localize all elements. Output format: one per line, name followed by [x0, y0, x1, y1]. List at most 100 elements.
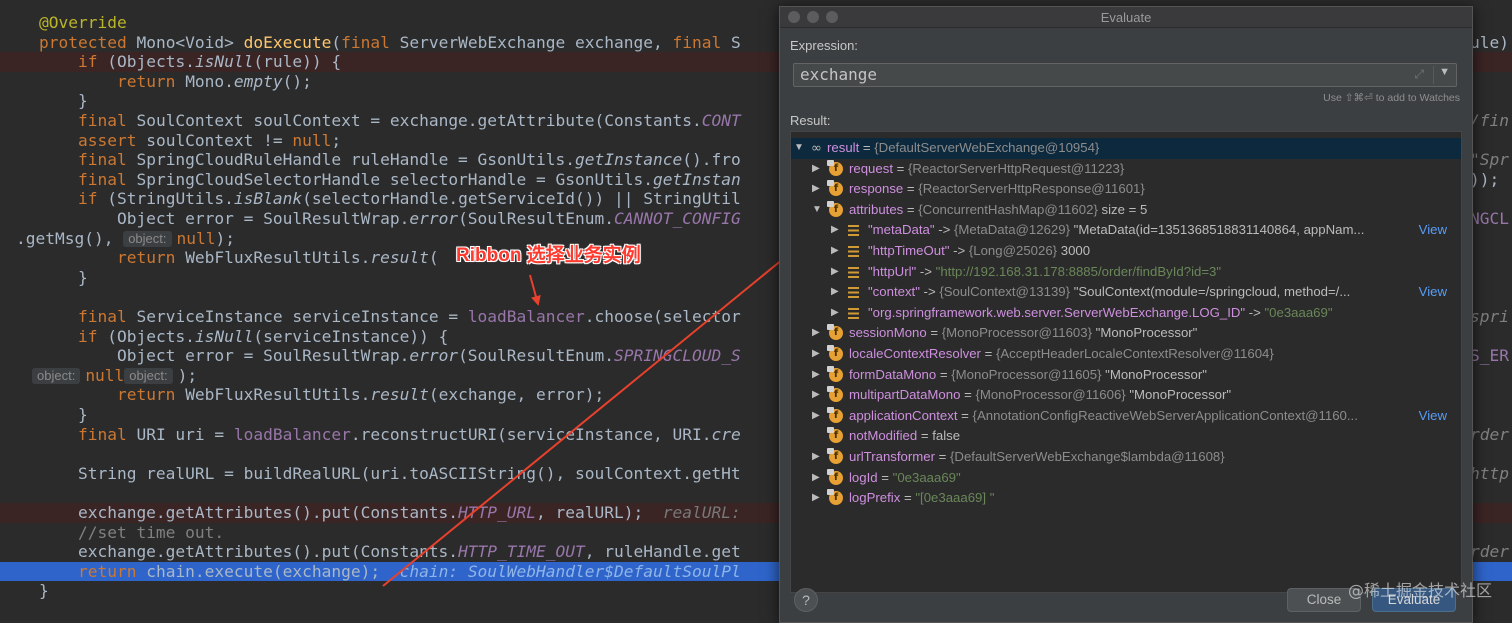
node-sval: "[0e3aaa69] "	[915, 490, 995, 506]
node-extra: "SoulContext(module=/springcloud, method…	[1070, 284, 1351, 300]
node-name: sessionMono	[849, 325, 927, 341]
expand-arrow-icon[interactable]: ▶	[831, 303, 839, 324]
node-name: response	[849, 181, 904, 197]
node-op: ->	[919, 284, 940, 300]
tree-node[interactable]: ▶ "context" -> {SoulContext@13139} "SoulC…	[791, 282, 1461, 303]
tree-node[interactable]: ▶ f logId = "0e3aaa69"	[791, 468, 1461, 489]
view-link[interactable]: View	[1419, 282, 1447, 303]
node-name: "httpTimeOut"	[868, 243, 950, 258]
tree-node-text: response = {ReactorServerHttpResponse@11…	[849, 179, 1145, 200]
node-val: {AcceptHeaderLocaleContextResolver@11604…	[995, 346, 1274, 361]
tree-node[interactable]: ▶ "httpTimeOut" -> {Long@25026} 3000	[791, 241, 1461, 262]
tree-node[interactable]: ▶ f formDataMono = {MonoProcessor@11605} "…	[791, 365, 1461, 386]
view-link[interactable]: View	[1419, 406, 1447, 427]
expand-arrow-icon[interactable]: ▶	[812, 179, 820, 200]
node-name: localeContextResolver	[849, 346, 981, 361]
tree-node[interactable]: ▼ f attributes = {ConcurrentHashMap@11602}…	[791, 200, 1461, 221]
node-name: applicationContext	[849, 407, 958, 423]
node-extra: "MonoProcessor"	[1125, 387, 1232, 403]
expand-arrow-icon[interactable]: ▶	[831, 282, 839, 303]
node-val: {DefaultServerWebExchange$lambda@11608}	[950, 449, 1225, 464]
tree-node[interactable]: ▶ f logPrefix = "[0e3aaa69] "	[791, 488, 1461, 509]
dialog-titlebar[interactable]: Evaluate	[780, 7, 1472, 28]
tree-node-text: "org.springframework.web.server.ServerWe…	[868, 303, 1333, 324]
node-val: {MonoProcessor@11603}	[941, 325, 1092, 341]
node-val: {ReactorServerHttpResponse@11601}	[918, 181, 1145, 197]
node-val: {ReactorServerHttpRequest@11223}	[908, 160, 1125, 176]
node-op: =	[926, 325, 942, 341]
node-name: attributes	[849, 201, 904, 217]
collapse-arrow-icon[interactable]: ▼	[794, 138, 804, 159]
node-name: logPrefix	[849, 490, 901, 506]
view-link[interactable]: View	[1419, 220, 1447, 241]
expand-arrow-icon[interactable]: ▶	[812, 468, 820, 489]
node-name: "httpUrl"	[868, 263, 917, 279]
arrow-to-load-balancer	[529, 274, 541, 306]
expand-arrow-icon[interactable]: ▶	[812, 365, 820, 386]
node-op: =	[980, 346, 996, 361]
expression-divider	[1433, 66, 1434, 84]
map-entry-icon	[848, 307, 859, 319]
expand-arrow-icon[interactable]: ▶	[831, 241, 839, 262]
node-val: {MonoProcessor@11606}	[975, 387, 1126, 403]
field-icon: f	[827, 406, 843, 423]
history-dropdown-icon[interactable]: ▼	[1439, 66, 1450, 78]
tree-node-text: "httpUrl" -> "http://192.168.31.178:8885…	[868, 262, 1221, 283]
node-op: =	[877, 469, 893, 485]
tree-node-text: logId = "0e3aaa69"	[849, 468, 961, 489]
tree-node[interactable]: ▶ "org.springframework.web.server.ServerW…	[791, 303, 1461, 324]
tree-node-text: notModified = false	[849, 426, 960, 447]
node-name: "org.springframework.web.server.ServerWe…	[868, 304, 1246, 320]
node-val: {ConcurrentHashMap@11602}	[918, 201, 1098, 217]
tree-node[interactable]: ▶ f urlTransformer = {DefaultServerWebExch…	[791, 447, 1461, 468]
node-extra: "MetaData(id=1351368518831140864, appNam…	[1070, 222, 1365, 238]
result-tree[interactable]: ▼ ∞ result = {DefaultServerWebExchange@109…	[790, 131, 1462, 593]
node-extra: 3000	[1057, 243, 1091, 258]
expand-arrow-icon[interactable]: ▶	[812, 447, 820, 468]
expression-input[interactable]: exchange ⤢ ▼	[793, 63, 1457, 87]
tree-node[interactable]: ▶ f multipartDataMono = {MonoProcessor@116…	[791, 385, 1461, 406]
tree-node[interactable]: ▶ f localeContextResolver = {AcceptHeaderL…	[791, 344, 1461, 365]
node-name: formDataMono	[849, 366, 937, 382]
tree-node[interactable]: ▶ f applicationContext = {AnnotationConfig…	[791, 406, 1461, 427]
help-button[interactable]: ?	[794, 588, 818, 612]
annotation-label: Ribbon 选择业务实例	[456, 245, 641, 266]
tree-node[interactable]: ▶ f request = {ReactorServerHttpRequest@11…	[791, 159, 1461, 180]
node-op: =	[936, 366, 952, 382]
field-icon: f	[827, 468, 843, 485]
expand-icon[interactable]: ⤢	[1414, 67, 1424, 82]
tree-node-text: urlTransformer = {DefaultServerWebExchan…	[849, 447, 1225, 468]
expression-value[interactable]: exchange	[800, 65, 877, 85]
collapse-arrow-icon[interactable]: ▼	[812, 200, 822, 221]
tree-node[interactable]: ▶ "metaData" -> {MetaData@12629} "MetaDat…	[791, 220, 1461, 241]
field-icon: f	[827, 448, 843, 464]
field-icon: f	[827, 386, 843, 403]
node-op: =	[893, 160, 909, 176]
expand-arrow-icon[interactable]: ▶	[812, 385, 820, 406]
node-sval: "http://192.168.31.178:8885/order/findBy…	[935, 263, 1222, 279]
expand-arrow-icon[interactable]: ▶	[812, 406, 820, 427]
watch-hint: Use ⇧⌘⏎ to add to Watches	[1323, 92, 1460, 104]
map-entry-icon	[848, 246, 859, 257]
tree-node[interactable]: f notModified = false	[791, 426, 1461, 447]
expand-arrow-icon[interactable]: ▶	[812, 323, 820, 344]
tree-node-text: result = {DefaultServerWebExchange@10954…	[827, 138, 1099, 159]
node-val: {Long@25026}	[968, 243, 1058, 258]
node-val: {MetaData@12629}	[953, 222, 1071, 238]
tree-node[interactable]: ▼ ∞ result = {DefaultServerWebExchange@109…	[791, 138, 1461, 159]
tree-node[interactable]: ▶ "httpUrl" -> "http://192.168.31.178:888…	[791, 262, 1461, 283]
tree-node[interactable]: ▶ f sessionMono = {MonoProcessor@11603} "M…	[791, 323, 1461, 344]
evaluate-dialog: Evaluate Expression: exchange ⤢ ▼ Use ⇧⌘…	[779, 6, 1473, 623]
node-val: {SoulContext@13139}	[939, 284, 1071, 300]
node-op: =	[859, 140, 875, 155]
expand-arrow-icon[interactable]: ▶	[831, 262, 839, 283]
field-icon: f	[827, 365, 843, 382]
node-op: =	[903, 181, 919, 197]
expand-arrow-icon[interactable]: ▶	[812, 488, 820, 509]
node-extra: "MonoProcessor"	[1101, 366, 1207, 382]
node-name: "context"	[868, 284, 920, 300]
expand-arrow-icon[interactable]: ▶	[812, 159, 820, 180]
expand-arrow-icon[interactable]: ▶	[812, 344, 820, 365]
tree-node[interactable]: ▶ f response = {ReactorServerHttpResponse@…	[791, 179, 1461, 200]
expand-arrow-icon[interactable]: ▶	[831, 220, 839, 241]
